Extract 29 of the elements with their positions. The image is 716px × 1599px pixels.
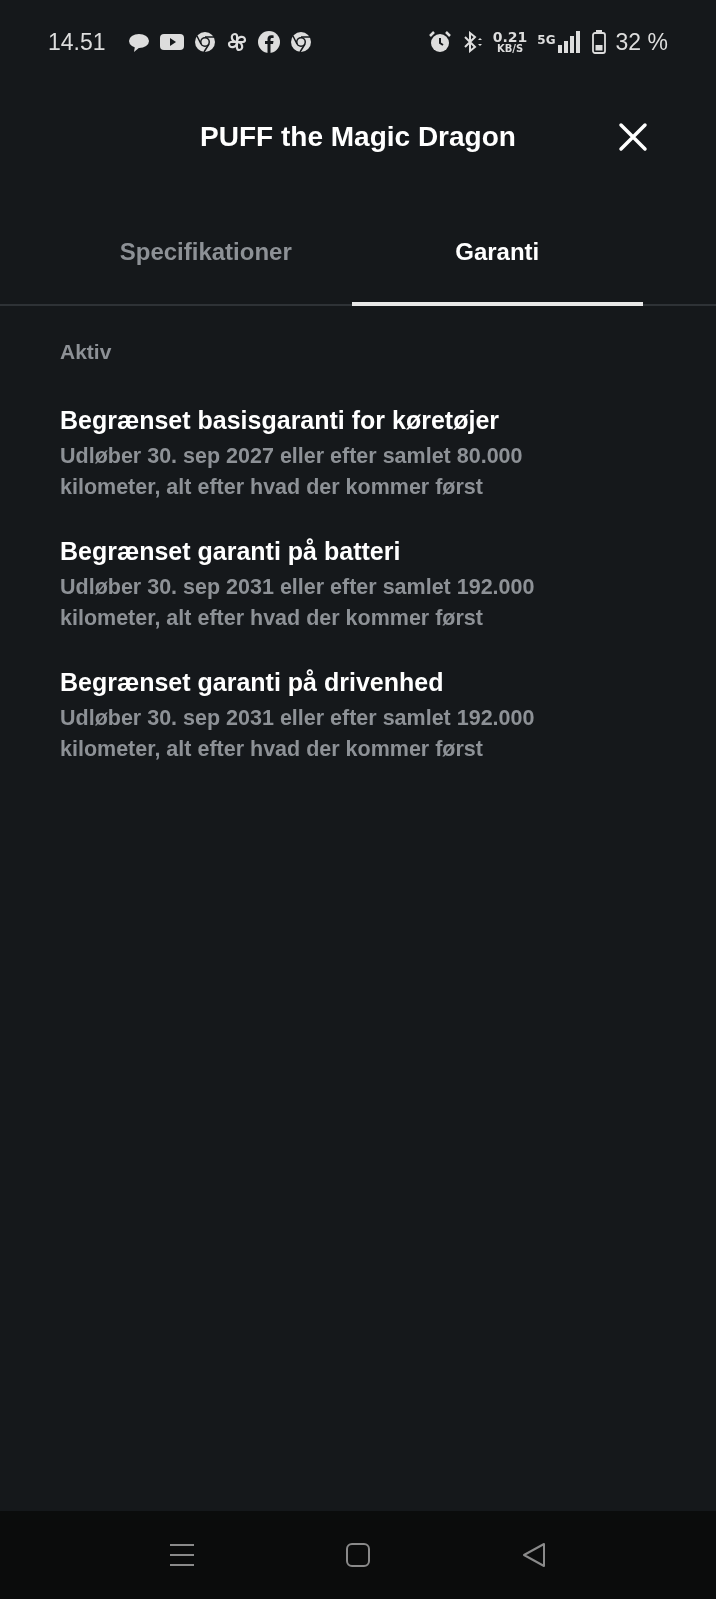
back-triangle-icon[interactable]	[521, 1542, 547, 1568]
warranty-description: Udløber 30. sep 2031 eller efter samlet 192.000 kilometer, alt efter hvad der kommer først	[60, 574, 536, 632]
letter-f-logo-icon	[257, 31, 280, 53]
network-speed: 0.21	[492, 30, 528, 44]
section-heading: Aktiv	[60, 340, 113, 364]
tab[interactable]: Garanti	[351, 202, 643, 306]
battery-icon	[591, 30, 606, 54]
warranty-title: Begrænset basisgaranti for køretøjer	[60, 406, 500, 435]
close-button[interactable]	[618, 122, 648, 152]
alarm-clock-icon	[428, 31, 451, 53]
warranty-title: Begrænset garanti på drivenhed	[60, 668, 445, 697]
screen-title: PUFF the Magic Dragon	[200, 121, 516, 153]
home-square-icon[interactable]	[345, 1542, 371, 1568]
network-type: 5G	[537, 33, 556, 47]
speed-unit: KB/S	[496, 44, 524, 54]
pinwheel-icon	[225, 31, 248, 53]
menu-icon[interactable]	[169, 1542, 195, 1568]
warranty-description: Udløber 30. sep 2031 eller efter samlet 192.000 kilometer, alt efter hvad der kommer først	[60, 705, 536, 763]
tab[interactable]: Specifikationer	[60, 202, 352, 306]
video-play-icon	[159, 32, 184, 52]
chat-bubble-icon	[127, 31, 150, 53]
warranty-description: Udløber 30. sep 2027 eller efter samlet 80.000 kilometer, alt efter hvad der kommer først	[60, 443, 524, 501]
battery-percentage: 32 %	[615, 28, 668, 56]
close-icon	[618, 122, 648, 152]
circle-logo-icon	[193, 31, 216, 53]
circle-logo-icon	[289, 31, 312, 53]
clock-time: 14.51	[48, 28, 106, 56]
warranty-title: Begrænset garanti på batteri	[60, 537, 402, 566]
signal-bars-icon	[557, 31, 582, 53]
